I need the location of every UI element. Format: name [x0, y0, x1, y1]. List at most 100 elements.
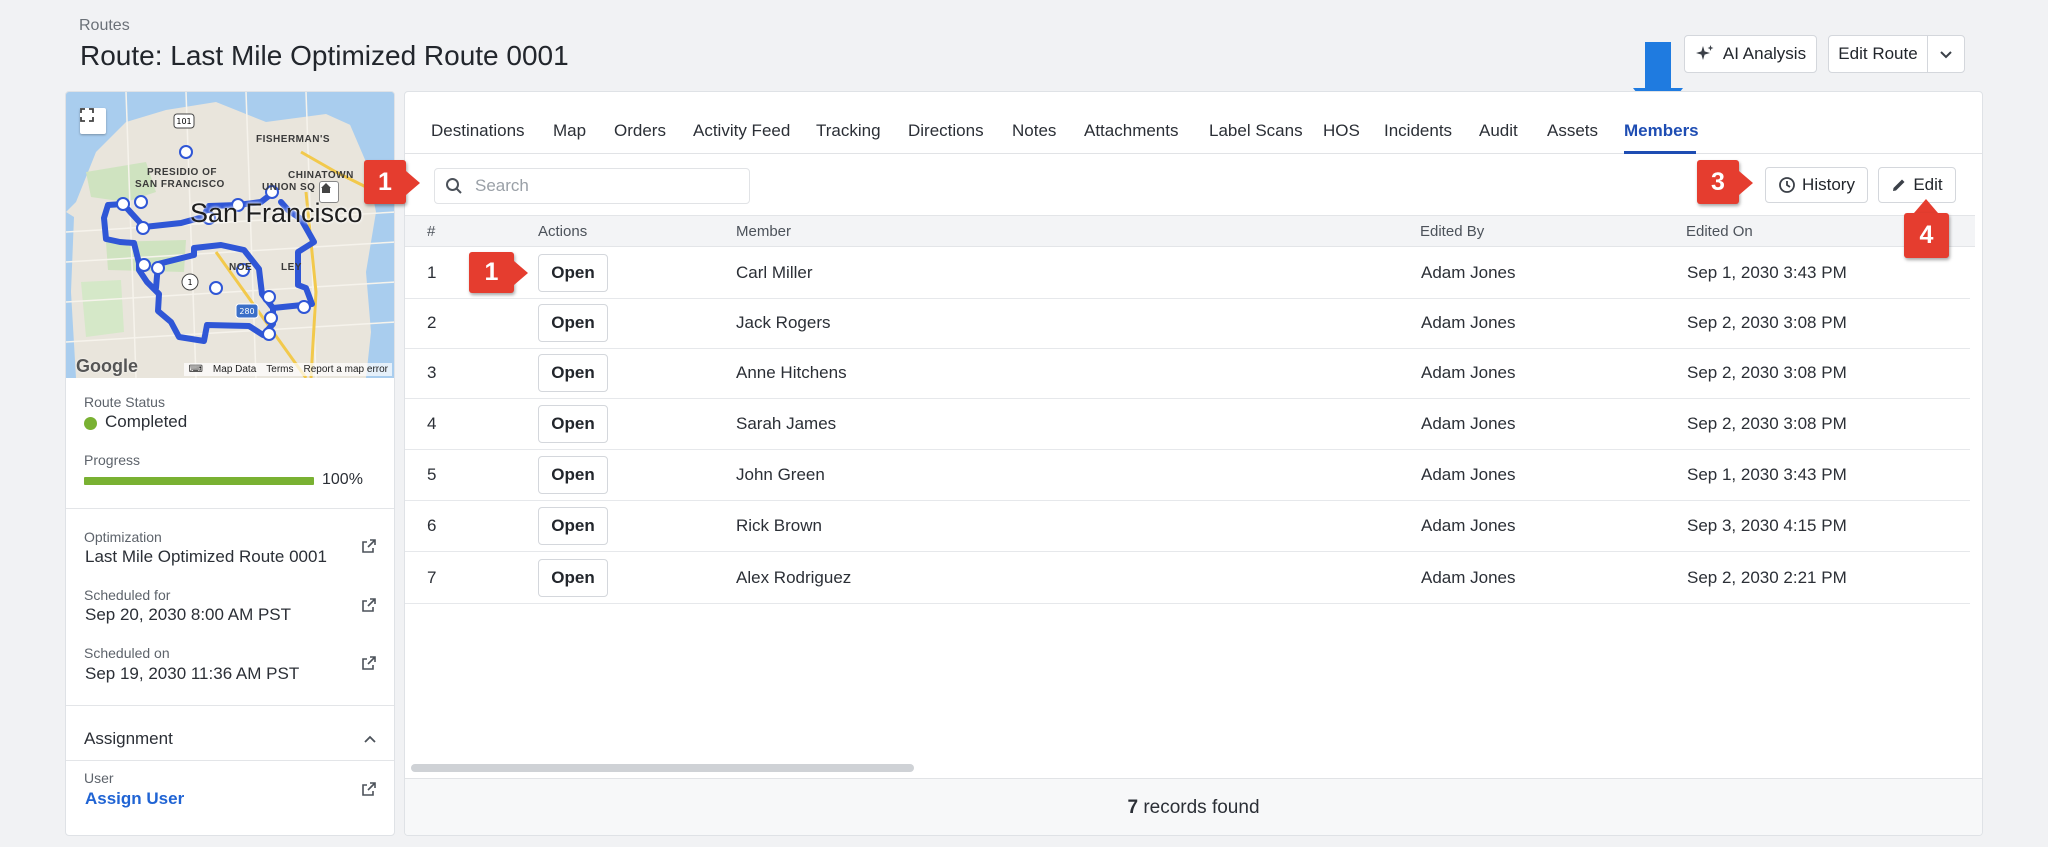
edited-on: Sep 2, 2030 3:08 PM: [1687, 313, 1847, 332]
table-row: 1 Open Carl Miller Adam Jones Sep 1, 203…: [405, 248, 1970, 299]
callout-history: 3: [1697, 160, 1739, 204]
tab-directions[interactable]: Directions: [908, 121, 984, 141]
row-number: 6: [427, 516, 437, 535]
table-row: 6 Open Rick Brown Adam Jones Sep 3, 2030…: [405, 501, 1970, 552]
edited-by: Adam Jones: [1421, 414, 1516, 433]
tab-tracking[interactable]: Tracking: [816, 121, 881, 141]
progress-value: 100%: [322, 471, 363, 488]
tab-notes[interactable]: Notes: [1012, 121, 1056, 141]
search-field[interactable]: [434, 168, 750, 204]
map-attribution: ⌨ Map Data Terms Report a map error: [184, 363, 392, 376]
map-data-link[interactable]: Map Data: [213, 364, 256, 375]
chevron-up-icon[interactable]: [363, 733, 377, 747]
open-button[interactable]: Open: [538, 354, 608, 392]
row-number: 1: [427, 263, 437, 282]
open-button[interactable]: Open: [538, 405, 608, 443]
road-shield-101: 101: [176, 117, 191, 126]
records-count: 7 records found: [405, 797, 1982, 819]
page-title: Route: Last Mile Optimized Route 0001: [80, 40, 569, 71]
external-link-icon[interactable]: [361, 655, 377, 671]
edited-on: Sep 2, 2030 2:21 PM: [1687, 568, 1847, 587]
tab-destinations[interactable]: Destinations: [431, 121, 525, 141]
map-label-noe: NOE: [229, 262, 253, 273]
tab-map[interactable]: Map: [553, 121, 586, 141]
terms-link[interactable]: Terms: [266, 364, 293, 375]
assign-user-link[interactable]: Assign User: [85, 789, 184, 809]
column-header-actions[interactable]: Actions: [538, 223, 587, 240]
report-map-error-link[interactable]: Report a map error: [304, 364, 388, 375]
edited-on: Sep 2, 2030 3:08 PM: [1687, 363, 1847, 382]
column-header-number[interactable]: #: [427, 223, 435, 240]
column-header-edited-by[interactable]: Edited By: [1420, 223, 1484, 240]
edited-by: Adam Jones: [1421, 568, 1516, 587]
tab-orders[interactable]: Orders: [614, 121, 666, 141]
search-input[interactable]: [475, 176, 725, 196]
keyboard-icon[interactable]: ⌨: [188, 364, 202, 375]
row-number: 5: [427, 465, 437, 484]
external-link-icon[interactable]: [361, 538, 377, 554]
progress-bar: [84, 477, 314, 485]
external-link-icon[interactable]: [361, 781, 377, 797]
breadcrumb[interactable]: Routes: [79, 17, 130, 35]
open-button[interactable]: Open: [538, 304, 608, 342]
table-row: 4 Open Sarah James Adam Jones Sep 2, 203…: [405, 399, 1970, 450]
column-header-member[interactable]: Member: [736, 223, 791, 240]
member-name: Alex Rodriguez: [736, 568, 852, 587]
edited-by: Adam Jones: [1421, 263, 1516, 282]
tab-label-scans[interactable]: Label Scans: [1209, 121, 1303, 141]
tab-members[interactable]: Members: [1624, 121, 1699, 141]
edit-route-dropdown[interactable]: [1927, 35, 1965, 73]
divider: [66, 705, 394, 706]
search-icon: [446, 178, 462, 194]
edited-on: Sep 1, 2030 3:43 PM: [1687, 263, 1847, 282]
member-name: Anne Hitchens: [736, 363, 847, 382]
edit-route-button[interactable]: Edit Route: [1828, 35, 1928, 73]
tab-attachments[interactable]: Attachments: [1084, 121, 1179, 141]
map-label-sf: SAN FRANCISCO: [135, 179, 225, 190]
divider: [66, 508, 394, 509]
route-status-value: Completed: [105, 412, 188, 431]
progress-label: Progress: [84, 452, 141, 468]
horizontal-scrollbar[interactable]: [411, 764, 914, 772]
ai-analysis-button[interactable]: AI Analysis: [1684, 35, 1817, 73]
open-button[interactable]: Open: [538, 559, 608, 597]
map-label-chinatown: CHINATOWN: [288, 170, 354, 181]
callout-arrow: [1914, 199, 1938, 213]
optimization-value: Last Mile Optimized Route 0001: [85, 547, 327, 566]
edited-by: Adam Jones: [1421, 313, 1516, 332]
status-dot: [84, 417, 97, 430]
callout-arrow: [514, 261, 528, 285]
route-summary-panel: 101 1 280 FISHERMAN'S PRESIDIO OF SAN FR…: [65, 91, 395, 836]
member-name: Jack Rogers: [736, 313, 831, 332]
table-footer: 7 records found: [405, 778, 1982, 835]
open-button[interactable]: Open: [538, 254, 608, 292]
route-map[interactable]: 101 1 280 FISHERMAN'S PRESIDIO OF SAN FR…: [66, 92, 394, 378]
member-name: Rick Brown: [736, 516, 822, 535]
edited-by: Adam Jones: [1421, 465, 1516, 484]
tab-incidents[interactable]: Incidents: [1384, 121, 1452, 141]
tab-assets[interactable]: Assets: [1547, 121, 1598, 141]
tab-audit[interactable]: Audit: [1479, 121, 1518, 141]
road-shield-280: 280: [239, 307, 254, 316]
member-name: Sarah James: [736, 414, 837, 433]
chevron-down-icon: [1939, 47, 1953, 61]
external-link-icon[interactable]: [361, 597, 377, 613]
map-canvas: 101 1 280: [66, 92, 394, 378]
history-button[interactable]: History: [1765, 167, 1868, 203]
clock-icon: [1779, 177, 1795, 193]
table-row: 2 Open Jack Rogers Adam Jones Sep 2, 203…: [405, 298, 1970, 349]
tab-activity-feed[interactable]: Activity Feed: [693, 121, 790, 141]
row-number: 7: [427, 568, 437, 587]
edited-by: Adam Jones: [1421, 516, 1516, 535]
callout-search: 1: [364, 160, 406, 204]
tab-hos[interactable]: HOS: [1323, 121, 1360, 141]
assignment-header[interactable]: Assignment: [84, 729, 173, 749]
depot-marker[interactable]: [319, 181, 339, 203]
column-header-edited-on[interactable]: Edited On: [1686, 223, 1753, 240]
row-number: 4: [427, 414, 437, 433]
open-button[interactable]: Open: [538, 456, 608, 494]
tab-bar: Destinations Map Orders Activity Feed Tr…: [405, 92, 1982, 154]
open-button[interactable]: Open: [538, 507, 608, 545]
edit-button[interactable]: Edit: [1878, 167, 1956, 203]
fullscreen-icon[interactable]: [80, 108, 106, 134]
